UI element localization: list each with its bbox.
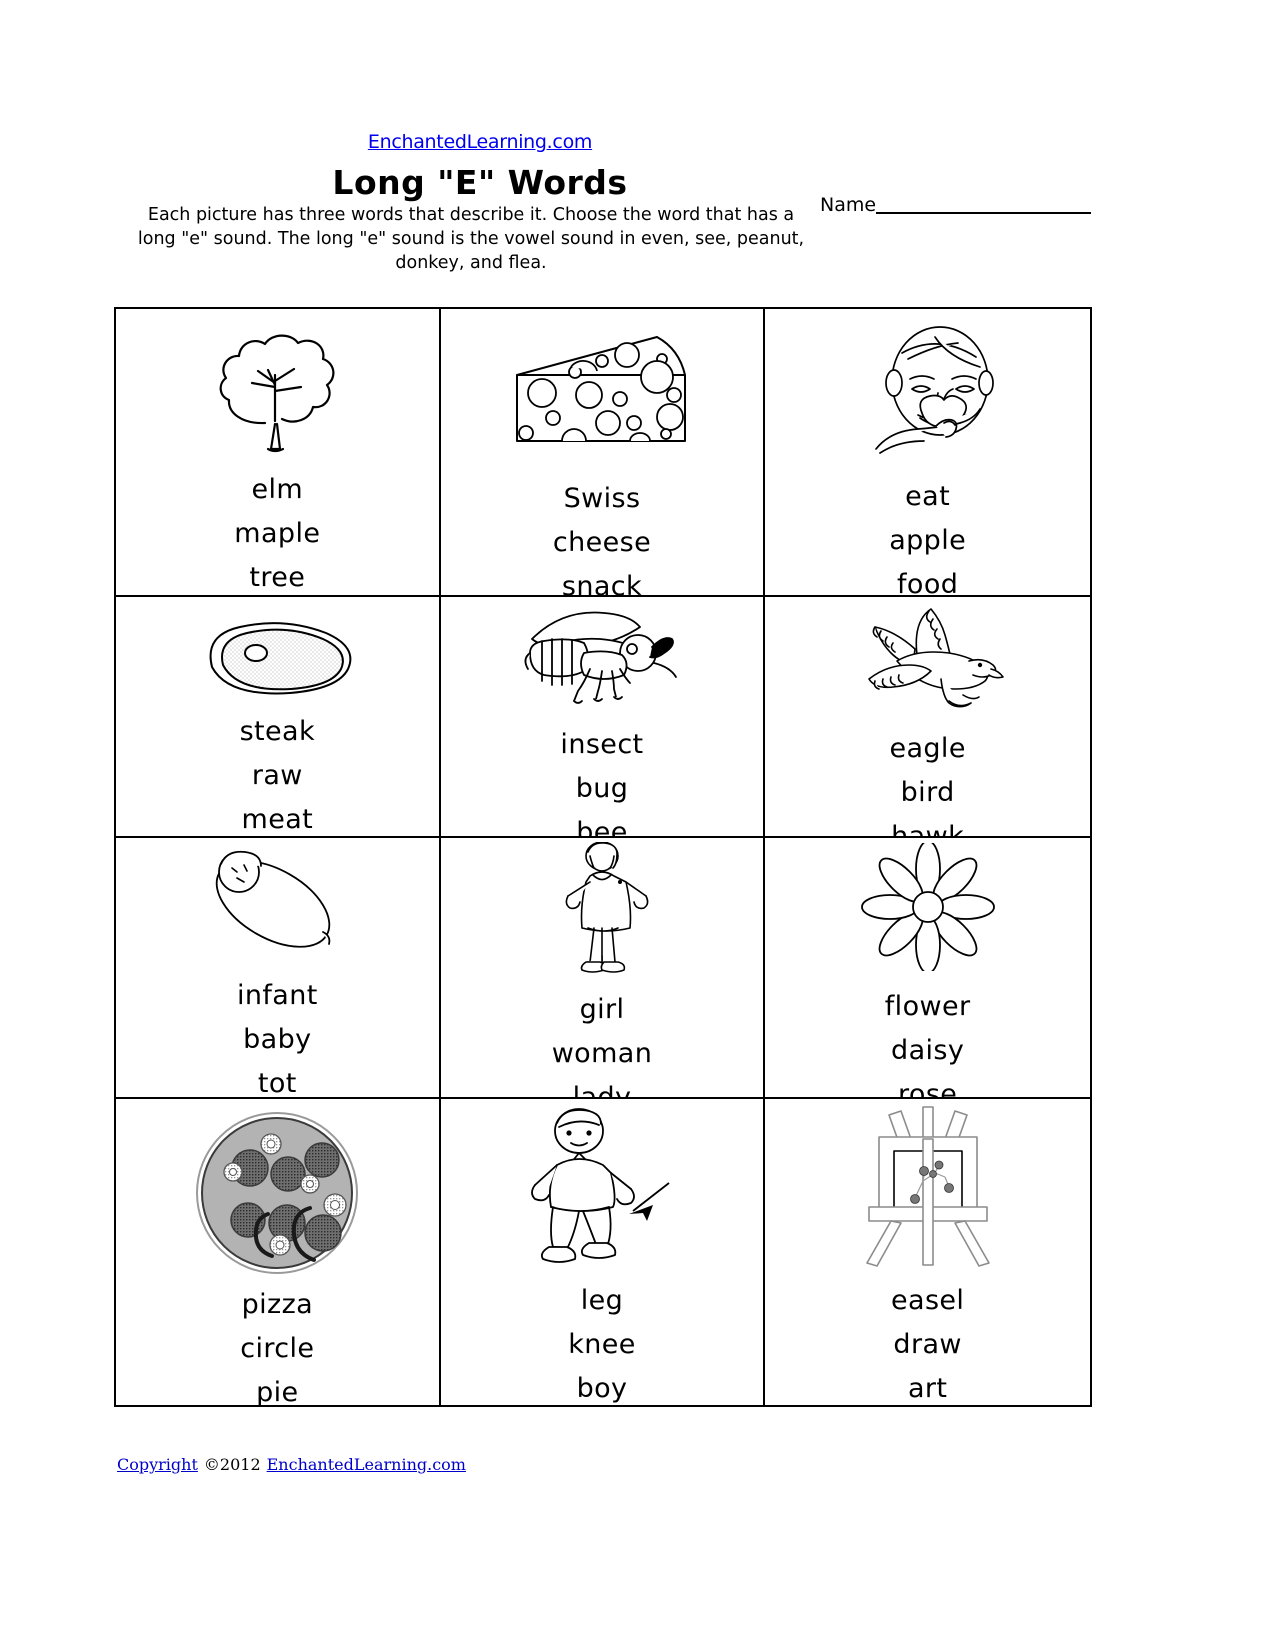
word-option[interactable]: meat [242,798,314,836]
word-list: infant baby tot [116,966,439,1097]
word-option[interactable]: infant [237,974,318,1018]
word-option[interactable]: elm [252,468,304,512]
daisy-icon [765,838,1090,971]
word-list: pizza circle pie [116,1277,439,1407]
word-list: eagle bird hawk [765,705,1090,836]
cheese-icon [441,309,764,459]
site-link[interactable]: EnchantedLearning.com [368,131,593,153]
word-option[interactable]: boy [577,1367,628,1407]
girl-icon [441,838,764,974]
site-link-container: EnchantedLearning.com [0,131,960,153]
word-option[interactable]: draw [893,1323,961,1367]
table-cell-flower[interactable]: flower daisy rose [765,838,1090,1099]
name-input-rule[interactable] [876,196,1092,214]
word-option[interactable]: cheese [553,521,651,565]
word-option[interactable]: woman [552,1032,653,1076]
word-option[interactable]: flower [885,985,971,1029]
tree-icon [116,309,439,462]
copyright-symbol-year: ©2012 [203,1455,261,1474]
word-list: elm maple tree [116,462,439,595]
word-option[interactable]: raw [252,754,303,798]
table-cell-eat[interactable]: eat apple food [765,309,1090,597]
word-option[interactable]: pie [256,1371,298,1407]
word-option[interactable]: leg [581,1279,623,1323]
table-cell-steak[interactable]: steak raw meat [116,597,441,838]
word-option[interactable]: steak [240,710,315,754]
word-option[interactable]: circle [240,1327,314,1371]
word-list: eat apple food [765,461,1090,595]
table-cell-infant[interactable]: infant baby tot [116,838,441,1099]
word-option[interactable]: eagle [889,727,965,771]
table-cell-cheese[interactable]: Swiss cheese snack [440,309,766,597]
word-option[interactable]: insect [560,723,643,767]
word-option[interactable]: rose [898,1073,957,1097]
instructions-text: Each picture has three words that descri… [137,205,805,273]
steak-icon [116,597,439,704]
table-cell-tree[interactable]: elm maple tree [116,309,441,597]
word-option[interactable]: easel [891,1279,964,1323]
word-option[interactable]: knee [568,1323,636,1367]
word-option[interactable]: food [897,563,958,595]
page-title: Long "E" Words [332,163,628,202]
copyright-line: Copyright ©2012 EnchantedLearning.com [117,1455,466,1474]
word-option[interactable]: snack [562,565,642,595]
table-cell-girl[interactable]: girl woman lady [440,838,766,1099]
word-list: flower daisy rose [765,969,1090,1097]
word-option[interactable]: girl [580,988,625,1032]
word-option[interactable]: bug [576,767,629,811]
word-option[interactable]: baby [243,1018,311,1062]
swaddled-baby-icon [116,838,439,966]
word-list: insect bug bee [441,707,764,836]
word-option[interactable]: bird [901,771,955,815]
word-option[interactable]: lady [573,1076,632,1097]
table-cell-pizza[interactable]: pizza circle pie [116,1099,441,1407]
pizza-icon [116,1099,439,1277]
easel-icon [765,1099,1090,1267]
table-cell-eagle[interactable]: eagle bird hawk [765,597,1090,838]
word-picture-grid: elm maple tree Swiss cheese snack eat ap… [114,307,1092,1407]
bee-icon [441,597,764,707]
eagle-icon [765,597,1090,707]
word-list: easel draw art [765,1265,1090,1407]
word-option[interactable]: bee [576,811,628,836]
word-option[interactable]: eat [905,475,950,519]
copyright-site-link[interactable]: EnchantedLearning.com [261,1455,466,1474]
word-option[interactable]: hawk [891,815,964,836]
word-list: Swiss cheese snack [441,459,764,595]
word-option[interactable]: apple [889,519,966,563]
word-option[interactable]: tree [249,556,305,595]
word-option[interactable]: maple [234,512,320,556]
copyright-link[interactable]: Copyright [117,1455,198,1474]
word-option[interactable]: art [908,1367,947,1407]
word-option[interactable]: tot [258,1062,297,1097]
worksheet-page: EnchantedLearning.com Long "E" Words Eac… [0,0,1275,1649]
word-option[interactable]: Swiss [564,477,641,521]
table-cell-insect[interactable]: insect bug bee [440,597,766,838]
table-cell-easel[interactable]: easel draw art [765,1099,1090,1407]
word-list: steak raw meat [116,704,439,836]
name-label: Name [820,194,877,216]
eating-face-icon [765,309,1090,461]
word-option[interactable]: daisy [891,1029,964,1073]
name-field[interactable]: Name [820,194,1092,216]
word-list: girl woman lady [441,974,764,1097]
word-list: leg knee boy [441,1267,764,1407]
boy-leg-arrow-icon [441,1099,764,1267]
table-cell-leg[interactable]: leg knee boy [441,1099,766,1407]
word-option[interactable]: pizza [242,1283,314,1327]
